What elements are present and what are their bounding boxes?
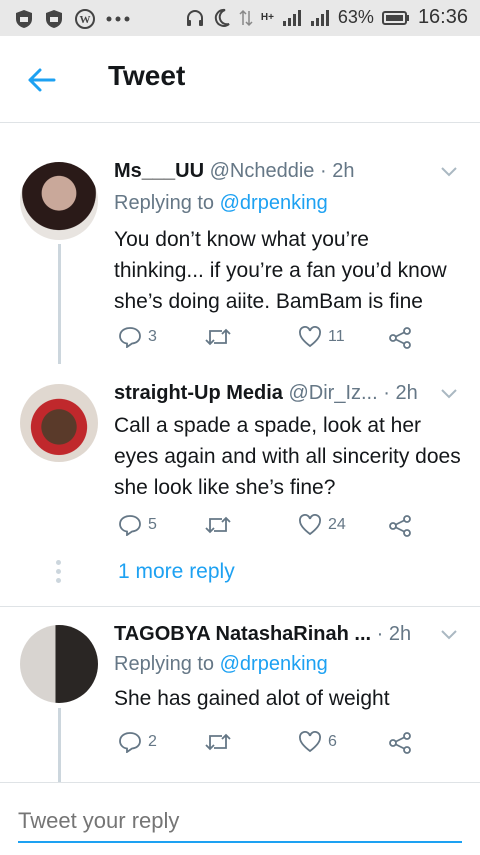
like-count: 24 bbox=[328, 516, 346, 533]
reply-icon bbox=[119, 327, 141, 348]
tweet-actions: 5 24 bbox=[118, 514, 418, 538]
avatar[interactable] bbox=[20, 625, 98, 703]
retweet-button[interactable] bbox=[204, 514, 232, 536]
page-title: Tweet bbox=[108, 60, 186, 91]
reply-button[interactable]: 5 bbox=[118, 514, 157, 536]
author-name[interactable]: TAGOBYA NatashaRinah ... bbox=[114, 623, 371, 645]
reply-tweet[interactable]: Ms___UU @Ncheddie · 2h Replying to @drpe… bbox=[0, 150, 480, 370]
headphones-icon bbox=[186, 9, 203, 26]
author-name[interactable]: straight-Up Media bbox=[114, 382, 283, 404]
like-button[interactable]: 24 bbox=[298, 514, 346, 536]
share-button[interactable] bbox=[388, 326, 412, 350]
share-icon bbox=[389, 327, 411, 349]
heart-icon bbox=[299, 731, 321, 753]
tweet-text: You don’t know what you’re thinking... i… bbox=[114, 228, 447, 313]
author-handle[interactable]: @Dir_Iz... bbox=[288, 382, 377, 404]
author-name[interactable]: Ms___UU bbox=[114, 160, 204, 182]
reply-icon bbox=[119, 732, 141, 753]
shield-icon bbox=[46, 10, 62, 28]
network-type-label: H+ bbox=[260, 12, 274, 23]
like-button[interactable]: 11 bbox=[298, 326, 345, 348]
reply-icon bbox=[119, 515, 141, 536]
chevron-down-icon[interactable] bbox=[440, 388, 458, 400]
tweet-author-line: straight-Up Media @Dir_Iz... · 2h bbox=[114, 382, 418, 405]
reply-count: 5 bbox=[148, 516, 157, 533]
signal-icon bbox=[310, 9, 329, 26]
replying-to-handle[interactable]: @drpenking bbox=[220, 653, 328, 675]
chevron-down-icon[interactable] bbox=[440, 166, 458, 178]
like-button[interactable]: 6 bbox=[298, 731, 337, 753]
avatar[interactable] bbox=[20, 162, 98, 240]
signal-icon bbox=[282, 9, 301, 26]
author-handle[interactable]: @Ncheddie bbox=[210, 160, 315, 182]
replying-to: Replying to @drpenking bbox=[114, 192, 328, 215]
like-count: 11 bbox=[328, 328, 345, 345]
share-button[interactable] bbox=[388, 514, 412, 538]
tweet-time: · 2h bbox=[319, 160, 355, 182]
like-count: 6 bbox=[328, 733, 337, 750]
retweet-button[interactable] bbox=[204, 731, 232, 753]
reply-tweet[interactable]: TAGOBYA NatashaRinah ... · 2h Replying t… bbox=[0, 607, 480, 782]
status-bar: W H+ 63% 16:36 bbox=[0, 0, 480, 36]
tweet-time: · 2h bbox=[376, 623, 412, 645]
heart-icon bbox=[299, 326, 321, 348]
battery-icon bbox=[381, 10, 409, 25]
retweet-icon bbox=[205, 516, 231, 534]
heart-icon bbox=[299, 514, 321, 536]
tweet-text: She has gained alot of weight bbox=[114, 687, 390, 710]
replying-to-handle[interactable]: @drpenking bbox=[220, 192, 328, 214]
tweet-reply-input[interactable] bbox=[18, 801, 462, 843]
app-header: Tweet bbox=[0, 36, 480, 123]
retweet-icon bbox=[205, 733, 231, 751]
replying-prefix: Replying to bbox=[114, 192, 215, 214]
reply-count: 2 bbox=[148, 733, 157, 750]
tweet-text: Call a spade a spade, look at her eyes a… bbox=[114, 414, 461, 499]
reply-count: 3 bbox=[148, 328, 157, 345]
tweet-actions: 2 6 bbox=[118, 731, 418, 755]
share-button[interactable] bbox=[388, 731, 412, 755]
svg-text:W: W bbox=[80, 14, 91, 26]
share-icon bbox=[389, 732, 411, 754]
tweet-author-line: TAGOBYA NatashaRinah ... · 2h bbox=[114, 623, 411, 646]
system-indicators: H+ 63% 16:36 bbox=[185, 6, 468, 29]
more-notifications-icon bbox=[106, 16, 130, 22]
more-replies-link[interactable]: 1 more reply bbox=[118, 560, 235, 584]
retweet-button[interactable] bbox=[204, 326, 232, 348]
shield-icon bbox=[16, 10, 32, 28]
wordpress-icon: W bbox=[75, 9, 95, 29]
tweet-time: · 2h bbox=[383, 382, 418, 404]
clock-time: 16:36 bbox=[417, 6, 468, 28]
moon-icon bbox=[214, 8, 230, 27]
retweet-icon bbox=[205, 328, 231, 346]
replying-prefix: Replying to bbox=[114, 653, 215, 675]
tweet-author-line: Ms___UU @Ncheddie · 2h bbox=[114, 160, 354, 183]
reply-button[interactable]: 2 bbox=[118, 731, 157, 753]
battery-percent: 63% bbox=[337, 7, 374, 27]
data-transfer-icon bbox=[239, 9, 253, 26]
tweet-actions: 3 11 bbox=[118, 326, 418, 350]
replying-to: Replying to @drpenking bbox=[114, 653, 328, 676]
reply-composer bbox=[0, 782, 480, 855]
reply-tweet[interactable]: straight-Up Media @Dir_Iz... · 2h Call a… bbox=[0, 370, 480, 606]
chevron-down-icon[interactable] bbox=[440, 629, 458, 641]
thread-dots bbox=[56, 560, 62, 587]
back-arrow-icon[interactable] bbox=[26, 66, 58, 94]
share-icon bbox=[389, 515, 411, 537]
notification-icons: W bbox=[14, 8, 130, 30]
reply-button[interactable]: 3 bbox=[118, 326, 157, 348]
avatar[interactable] bbox=[20, 384, 98, 462]
